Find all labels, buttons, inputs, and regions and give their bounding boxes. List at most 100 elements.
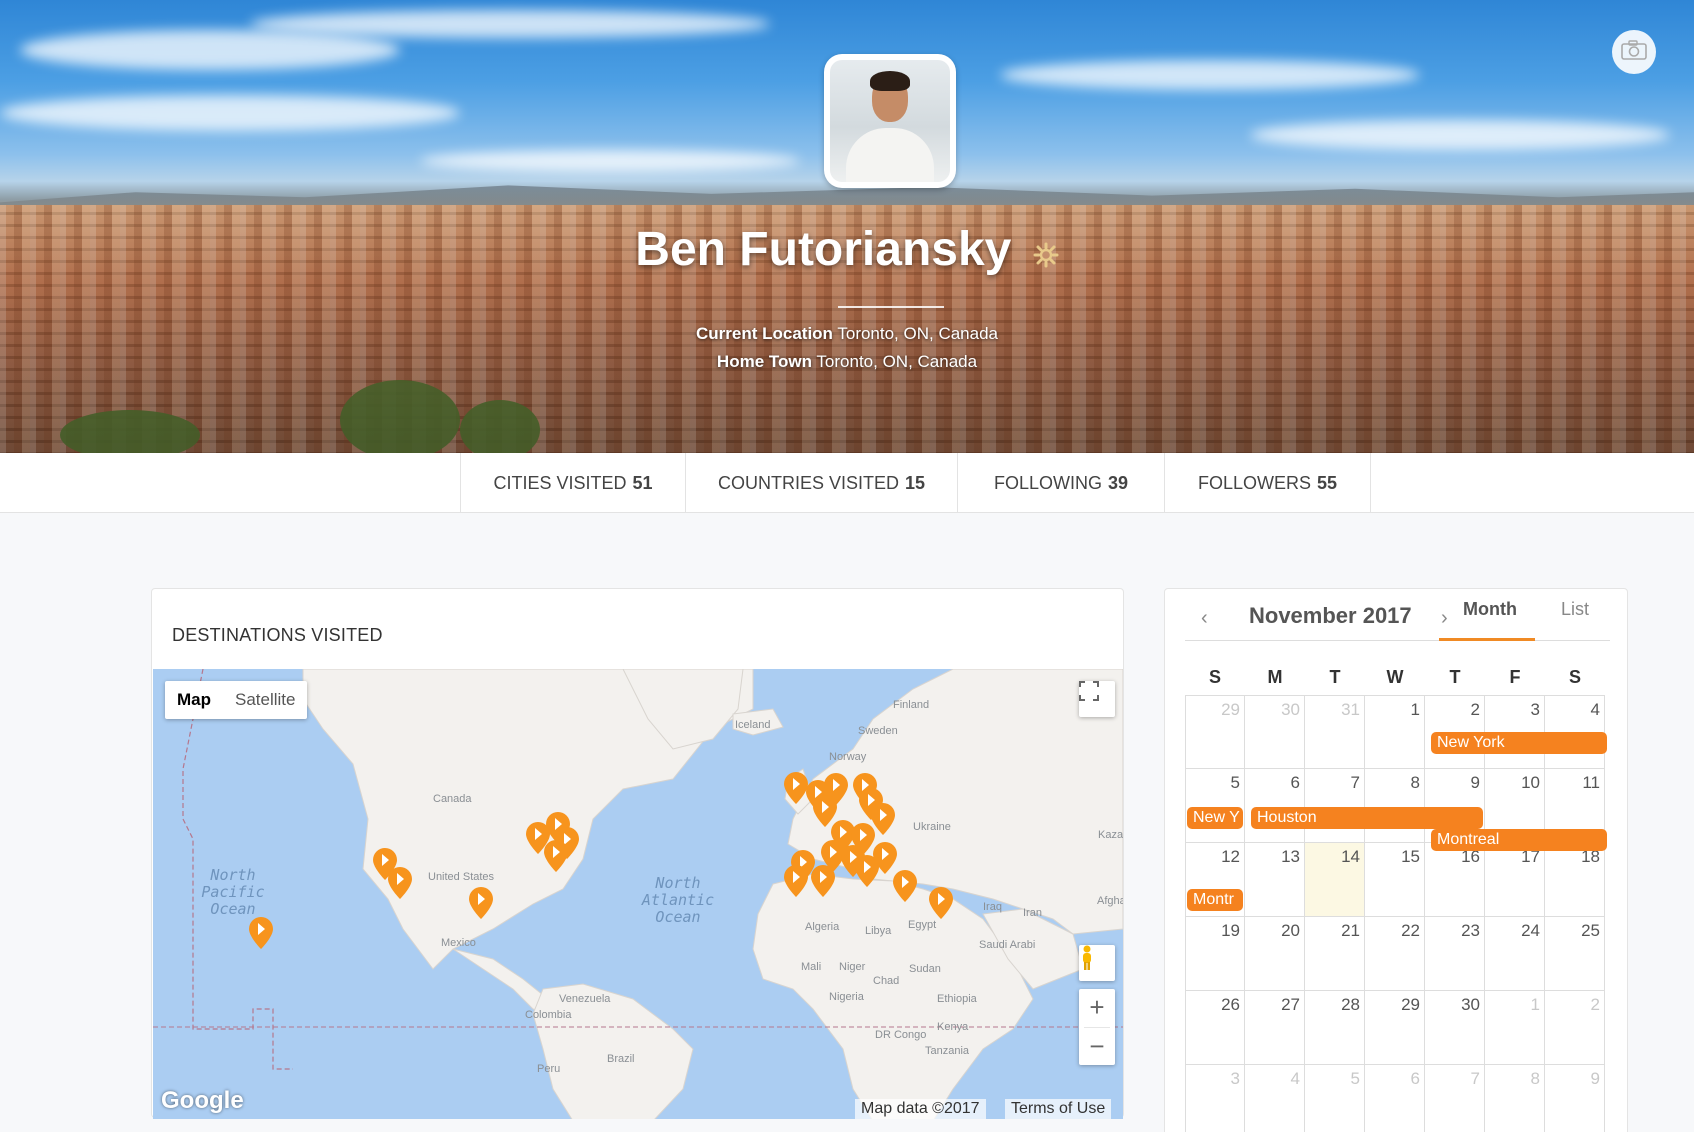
calendar-day-cell[interactable]: 8 <box>1485 1065 1545 1132</box>
calendar-day-cell[interactable]: 1 <box>1365 695 1425 769</box>
calendar-event[interactable]: New Y <box>1187 807 1243 829</box>
stat-label: FOLLOWERS <box>1197 472 1311 493</box>
country-label: Kazal <box>1098 829 1123 841</box>
destinations-title: DESTINATIONS VISITED <box>172 625 383 645</box>
home-town-value: Toronto, ON, Canada <box>816 352 978 371</box>
calendar-day-cell[interactable]: 30 <box>1245 695 1305 769</box>
zoom-in-button[interactable]: + <box>1089 989 1104 1027</box>
calendar-event[interactable]: Montr <box>1187 889 1243 911</box>
gear-icon[interactable] <box>1033 225 1059 280</box>
calendar-day-cell[interactable]: 29 <box>1365 991 1425 1065</box>
country-label: Afgha <box>1097 895 1123 907</box>
stat-following[interactable]: FOLLOWING 39 <box>957 453 1164 513</box>
calendar-day-cell[interactable]: 1 <box>1485 991 1545 1065</box>
country-label: United States <box>428 871 495 883</box>
current-location-value: Toronto, ON, Canada <box>837 324 999 343</box>
profile-name-row: Ben Futoriansky <box>0 222 1694 280</box>
prev-month-button[interactable]: ‹ <box>1201 607 1208 630</box>
calendar-day-cell[interactable]: 20 <box>1245 917 1305 991</box>
calendar-day-cell[interactable]: 6 <box>1365 1065 1425 1132</box>
country-label: Peru <box>537 1063 561 1075</box>
terms-of-use-link[interactable]: Terms of Use <box>1005 1099 1112 1119</box>
calendar-day-cell[interactable]: 26 <box>1185 991 1245 1065</box>
calendar-day-cell[interactable]: 14 <box>1305 843 1365 917</box>
calendar-event[interactable]: Houston <box>1251 807 1483 829</box>
tab-baseline <box>1185 640 1610 641</box>
calendar-day-cell[interactable]: 23 <box>1425 917 1485 991</box>
country-label: Ethiopia <box>937 993 977 1005</box>
calendar-day-cell[interactable]: 7 <box>1425 1065 1485 1132</box>
destinations-map[interactable]: North Pacific Ocean North Atlantic Ocean… <box>153 669 1123 1119</box>
calendar-day-cell[interactable]: 7 <box>1305 769 1365 843</box>
stat-cities-visited[interactable]: CITIES VISITED 51 <box>460 453 685 513</box>
country-label: Chad <box>873 975 900 987</box>
map-marker-icon <box>249 917 273 949</box>
stat-value: 55 <box>1317 472 1338 493</box>
ocean-name: North Atlantic Ocean <box>641 874 715 926</box>
calendar-day-cell[interactable]: 29 <box>1185 695 1245 769</box>
map-type-map[interactable]: Map <box>165 681 223 719</box>
calendar-day-cell[interactable]: 25 <box>1545 917 1605 991</box>
calendar-day-cell[interactable]: 16 <box>1425 843 1485 917</box>
tab-active-indicator <box>1439 638 1535 641</box>
calendar-day-cell[interactable]: 8 <box>1365 769 1425 843</box>
zoom-out-button[interactable]: − <box>1089 1027 1104 1065</box>
calendar-day-cell[interactable]: 5 <box>1185 769 1245 843</box>
calendar-day-cell[interactable]: 5 <box>1305 1065 1365 1132</box>
calendar-day-cell[interactable]: 15 <box>1365 843 1425 917</box>
dow-label: S <box>1568 667 1581 687</box>
calendar-day-cell[interactable]: 18 <box>1545 843 1605 917</box>
calendar-day-cell[interactable]: 3 <box>1185 1065 1245 1132</box>
country-label: Norway <box>829 751 867 763</box>
country-label: Kenya <box>937 1021 969 1033</box>
calendar-day-cell[interactable]: 24 <box>1485 917 1545 991</box>
street-view-button[interactable] <box>1079 945 1115 981</box>
calendar-day-cell[interactable]: 21 <box>1305 917 1365 991</box>
country-label: Sweden <box>858 725 898 737</box>
camera-icon <box>1621 39 1647 65</box>
calendar-day-cell[interactable]: 13 <box>1245 843 1305 917</box>
calendar-day-cell[interactable]: 22 <box>1365 917 1425 991</box>
map-data-attribution: Map data ©2017 <box>855 1099 986 1119</box>
country-label: Venezuela <box>559 993 611 1005</box>
tab-month[interactable]: Month <box>1463 599 1517 620</box>
name-divider <box>838 306 944 308</box>
country-label: Canada <box>433 793 472 805</box>
dow-label: W <box>1386 667 1404 687</box>
avatar[interactable] <box>824 54 956 188</box>
next-month-button[interactable]: › <box>1441 607 1448 630</box>
calendar-day-cell[interactable]: 9 <box>1545 1065 1605 1132</box>
calendar-event[interactable]: New York <box>1431 732 1607 754</box>
home-town-line: Home Town Toronto, ON, Canada <box>0 352 1694 372</box>
map-type-satellite[interactable]: Satellite <box>223 681 307 719</box>
calendar-day-cell[interactable]: 19 <box>1185 917 1245 991</box>
calendar-day-cell[interactable]: 6 <box>1245 769 1305 843</box>
avatar-photo <box>830 60 950 182</box>
calendar-day-cell[interactable]: 2 <box>1545 991 1605 1065</box>
calendar-day-cell[interactable]: 31 <box>1305 695 1365 769</box>
home-town-label: Home Town <box>716 352 812 371</box>
dow-label: F <box>1509 667 1521 687</box>
dow-label: S <box>1208 667 1221 687</box>
calendar-day-cell[interactable]: 4 <box>1245 1065 1305 1132</box>
zoom-control: + − <box>1079 989 1115 1065</box>
calendar-day-cell[interactable]: 17 <box>1485 843 1545 917</box>
plus-icon: + <box>1089 992 1105 1023</box>
fullscreen-button[interactable] <box>1079 681 1115 717</box>
country-label: Brazil <box>607 1053 635 1065</box>
change-cover-button[interactable] <box>1612 30 1656 74</box>
current-location-line: Current Location Toronto, ON, Canada <box>0 324 1694 344</box>
calendar-event[interactable]: Montreal <box>1431 829 1607 851</box>
calendar-day-cell[interactable]: 27 <box>1245 991 1305 1065</box>
stats-bar: CITIES VISITED 51 COUNTRIES VISITED 15 FOL… <box>0 453 1694 513</box>
calendar-card: ‹ November 2017 › Month List S M T W T F… <box>1164 588 1628 1132</box>
stat-followers[interactable]: FOLLOWERS 55 <box>1164 453 1371 513</box>
calendar-day-cell[interactable]: 28 <box>1305 991 1365 1065</box>
stat-label: COUNTRIES VISITED <box>717 472 899 493</box>
tab-list[interactable]: List <box>1561 599 1589 620</box>
country-label: Nigeria <box>829 991 864 1003</box>
country-label: Finland <box>893 699 930 711</box>
calendar-day-cell[interactable]: 30 <box>1425 991 1485 1065</box>
stat-countries-visited[interactable]: COUNTRIES VISITED 15 <box>685 453 957 513</box>
stat-value: 15 <box>905 472 926 493</box>
